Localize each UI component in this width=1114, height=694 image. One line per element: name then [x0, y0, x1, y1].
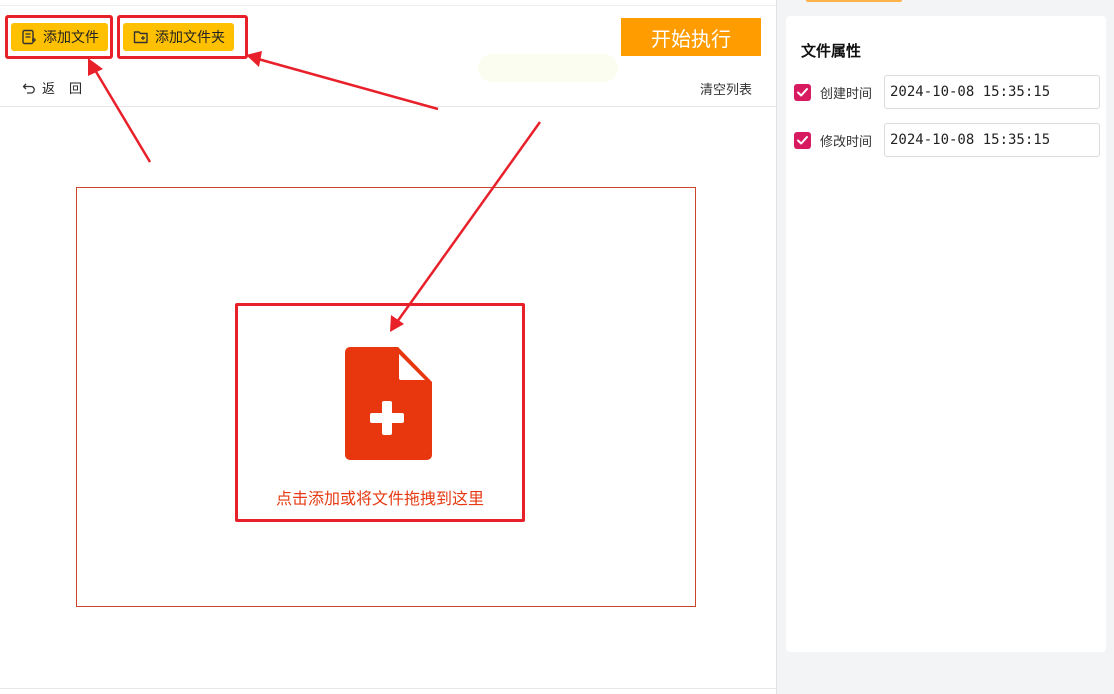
highlight-add-file	[5, 15, 113, 59]
toolbar-divider	[0, 106, 776, 107]
check-icon	[797, 87, 808, 96]
created-time-input[interactable]	[884, 75, 1100, 109]
back-button[interactable]: 返回	[22, 78, 96, 97]
check-icon	[797, 135, 808, 144]
file-plus-icon	[345, 347, 432, 460]
created-time-checkbox[interactable]	[794, 83, 811, 101]
highlight-add-folder	[117, 15, 248, 59]
modified-time-label: 修改时间	[820, 134, 873, 150]
clear-list-button[interactable]: 清空列表	[700, 79, 752, 98]
modified-time-checkbox[interactable]	[794, 131, 811, 149]
undo-icon	[22, 83, 35, 94]
bottom-divider	[0, 688, 776, 689]
file-list-panel: 添加文件 添加文件夹 开始执行 返回 清空列表 点击添加或将文件拖拽到这里	[0, 0, 776, 694]
back-label: 返回	[42, 82, 97, 97]
tab-indicator	[806, 0, 902, 2]
properties-card: 文件属性 创建时间 修改时间	[786, 16, 1106, 652]
modified-time-row: 修改时间	[794, 123, 1100, 157]
drop-hint: 点击添加或将文件拖拽到这里	[275, 489, 484, 508]
watermark-badge	[478, 54, 618, 82]
modified-time-input[interactable]	[884, 123, 1100, 157]
created-time-label: 创建时间	[820, 86, 873, 102]
properties-title: 文件属性	[801, 42, 862, 60]
start-button[interactable]: 开始执行	[621, 18, 761, 56]
top-divider	[0, 5, 776, 6]
drop-target[interactable]: 点击添加或将文件拖拽到这里	[235, 303, 525, 522]
created-time-row: 创建时间	[794, 75, 1100, 109]
